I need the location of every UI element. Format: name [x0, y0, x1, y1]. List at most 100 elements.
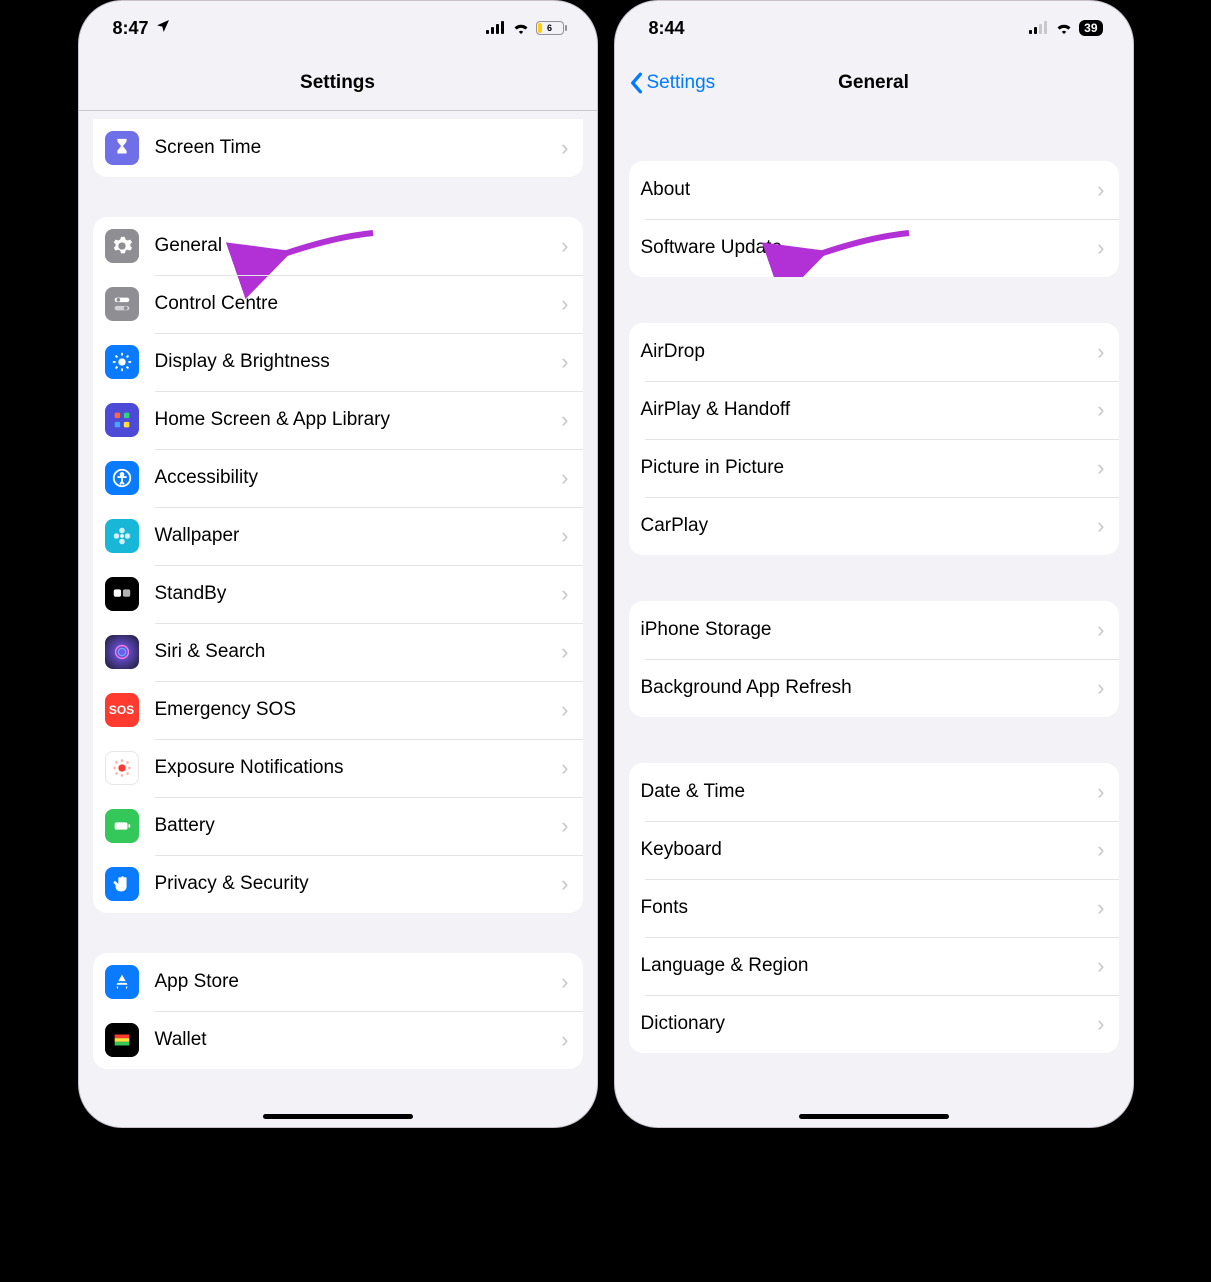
general-list[interactable]: About › Software Update › AirDrop › AirP…: [615, 111, 1133, 1127]
row-appstore[interactable]: App Store ›: [93, 953, 583, 1011]
row-wallpaper[interactable]: Wallpaper ›: [93, 507, 583, 565]
chevron-right-icon: ›: [561, 813, 568, 839]
battery-icon: 6: [536, 21, 567, 35]
row-label: iPhone Storage: [641, 619, 1098, 641]
row-sos[interactable]: SOS Emergency SOS ›: [93, 681, 583, 739]
row-label: Siri & Search: [155, 641, 562, 663]
chevron-right-icon: ›: [1097, 779, 1104, 805]
row-storage[interactable]: iPhone Storage ›: [629, 601, 1119, 659]
row-carplay[interactable]: CarPlay ›: [629, 497, 1119, 555]
row-label: Emergency SOS: [155, 699, 562, 721]
row-label: Dictionary: [641, 1013, 1098, 1035]
switches-icon: [105, 287, 139, 321]
back-label: Settings: [647, 72, 716, 94]
row-privacy[interactable]: Privacy & Security ›: [93, 855, 583, 913]
row-label: Home Screen & App Library: [155, 409, 562, 431]
row-label: Background App Refresh: [641, 677, 1098, 699]
row-label: App Store: [155, 971, 562, 993]
flower-icon: [105, 519, 139, 553]
row-label: Control Centre: [155, 293, 562, 315]
row-label: AirPlay & Handoff: [641, 399, 1098, 421]
row-keyboard[interactable]: Keyboard ›: [629, 821, 1119, 879]
chevron-right-icon: ›: [561, 523, 568, 549]
gear-icon: [105, 229, 139, 263]
row-label: Battery: [155, 815, 562, 837]
chevron-right-icon: ›: [561, 581, 568, 607]
chevron-right-icon: ›: [1097, 177, 1104, 203]
row-label: Fonts: [641, 897, 1098, 919]
siri-icon: [105, 635, 139, 669]
row-label: Date & Time: [641, 781, 1098, 803]
row-label: Accessibility: [155, 467, 562, 489]
wifi-icon: [1055, 18, 1073, 39]
row-about[interactable]: About ›: [629, 161, 1119, 219]
chevron-right-icon: ›: [561, 871, 568, 897]
chevron-right-icon: ›: [1097, 513, 1104, 539]
row-siri[interactable]: Siri & Search ›: [93, 623, 583, 681]
row-accessibility[interactable]: Accessibility ›: [93, 449, 583, 507]
row-display[interactable]: Display & Brightness ›: [93, 333, 583, 391]
row-exposure[interactable]: Exposure Notifications ›: [93, 739, 583, 797]
row-software-update[interactable]: Software Update ›: [629, 219, 1119, 277]
chevron-right-icon: ›: [1097, 837, 1104, 863]
home-indicator[interactable]: [263, 1114, 413, 1119]
group-airdrop: AirDrop › AirPlay & Handoff › Picture in…: [629, 323, 1119, 555]
row-datetime[interactable]: Date & Time ›: [629, 763, 1119, 821]
accessibility-icon: [105, 461, 139, 495]
nav-bar: Settings: [79, 55, 597, 111]
row-bgrefresh[interactable]: Background App Refresh ›: [629, 659, 1119, 717]
row-controlcentre[interactable]: Control Centre ›: [93, 275, 583, 333]
row-dictionary[interactable]: Dictionary ›: [629, 995, 1119, 1053]
row-airdrop[interactable]: AirDrop ›: [629, 323, 1119, 381]
chevron-right-icon: ›: [561, 969, 568, 995]
chevron-right-icon: ›: [1097, 397, 1104, 423]
chevron-right-icon: ›: [1097, 953, 1104, 979]
apps-grid-icon: [105, 403, 139, 437]
row-label: About: [641, 179, 1098, 201]
row-screentime[interactable]: Screen Time ›: [93, 119, 583, 177]
status-bar: 8:44 39: [615, 1, 1133, 55]
cellular-icon: [1029, 18, 1049, 39]
chevron-right-icon: ›: [1097, 339, 1104, 365]
row-label: CarPlay: [641, 515, 1098, 537]
phone-settings: 8:47 6 Settings Screen Tim: [78, 0, 598, 1128]
chevron-right-icon: ›: [1097, 895, 1104, 921]
group-about: About › Software Update ›: [629, 161, 1119, 277]
row-homescreen[interactable]: Home Screen & App Library ›: [93, 391, 583, 449]
chevron-right-icon: ›: [561, 1027, 568, 1053]
row-label: Language & Region: [641, 955, 1098, 977]
row-label: StandBy: [155, 583, 562, 605]
row-standby[interactable]: StandBy ›: [93, 565, 583, 623]
chevron-right-icon: ›: [561, 349, 568, 375]
location-arrow-icon: [155, 18, 171, 39]
status-bar: 8:47 6: [79, 1, 597, 55]
row-label: Wallpaper: [155, 525, 562, 547]
group-datetime: Date & Time › Keyboard › Fonts › Languag…: [629, 763, 1119, 1053]
row-langregion[interactable]: Language & Region ›: [629, 937, 1119, 995]
chevron-right-icon: ›: [561, 639, 568, 665]
group-storage: iPhone Storage › Background App Refresh …: [629, 601, 1119, 717]
row-wallet[interactable]: Wallet ›: [93, 1011, 583, 1069]
chevron-right-icon: ›: [1097, 235, 1104, 261]
row-fonts[interactable]: Fonts ›: [629, 879, 1119, 937]
home-indicator[interactable]: [799, 1114, 949, 1119]
row-label: General: [155, 235, 562, 257]
chevron-right-icon: ›: [561, 697, 568, 723]
row-general[interactable]: General ›: [93, 217, 583, 275]
back-button[interactable]: Settings: [629, 72, 716, 94]
status-time: 8:44: [649, 18, 685, 39]
row-pip[interactable]: Picture in Picture ›: [629, 439, 1119, 497]
settings-list[interactable]: Screen Time › General › Control Centre: [79, 111, 597, 1127]
sun-icon: [105, 345, 139, 379]
row-label: Screen Time: [155, 137, 562, 159]
row-label: AirDrop: [641, 341, 1098, 363]
clock-icon: [105, 577, 139, 611]
row-airplay[interactable]: AirPlay & Handoff ›: [629, 381, 1119, 439]
row-battery[interactable]: Battery ›: [93, 797, 583, 855]
group-screentime: Screen Time ›: [93, 119, 583, 177]
chevron-right-icon: ›: [561, 465, 568, 491]
chevron-right-icon: ›: [561, 233, 568, 259]
chevron-right-icon: ›: [561, 135, 568, 161]
row-label: Display & Brightness: [155, 351, 562, 373]
group-store: App Store › Wallet ›: [93, 953, 583, 1069]
